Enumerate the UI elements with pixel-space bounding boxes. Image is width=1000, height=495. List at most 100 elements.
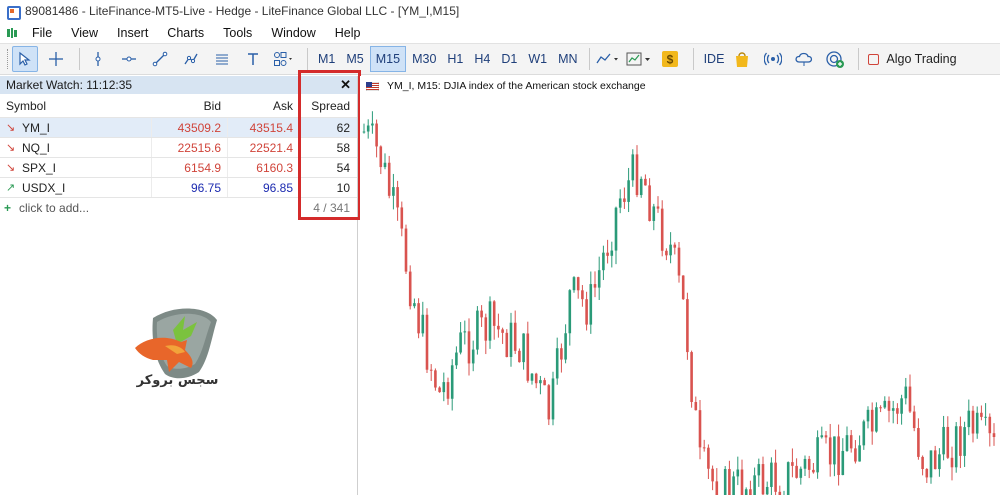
menu-view[interactable]: View — [71, 26, 98, 40]
symbol-cell: YM_I — [22, 120, 51, 135]
menu-tools[interactable]: Tools — [223, 26, 252, 40]
ide-button[interactable]: IDE — [704, 52, 725, 66]
candle — [967, 399, 971, 436]
bid-cell: 6154.9 — [151, 158, 227, 177]
menu-insert[interactable]: Insert — [117, 26, 148, 40]
candle — [837, 424, 840, 486]
arrow-down-icon: ↘ — [6, 122, 16, 134]
candle — [908, 374, 912, 414]
candle — [534, 372, 538, 389]
candle — [929, 450, 933, 484]
ask-cell: 22521.4 — [227, 138, 299, 157]
candle — [639, 176, 643, 198]
candle — [656, 196, 660, 213]
candle — [459, 322, 462, 355]
algo-trading-button[interactable]: Algo Trading — [868, 52, 957, 66]
candle — [551, 371, 555, 426]
candle — [744, 487, 748, 495]
candle — [593, 271, 597, 298]
candlestick-chart[interactable] — [360, 96, 1000, 495]
candle — [753, 467, 756, 495]
candle — [988, 413, 992, 447]
candle — [681, 275, 685, 300]
candle — [917, 418, 920, 460]
candle — [610, 241, 614, 268]
candle — [690, 350, 693, 408]
candle — [417, 298, 420, 339]
menu-window[interactable]: Window — [271, 26, 315, 40]
candle — [887, 396, 891, 423]
algo-trading-label: Algo Trading — [886, 52, 957, 66]
column-header-ask[interactable]: Ask — [227, 99, 299, 113]
trendline-icon[interactable] — [147, 46, 173, 72]
candle — [476, 306, 479, 355]
candle — [854, 440, 857, 464]
timeframe-d1[interactable]: D1 — [496, 46, 522, 72]
candle — [921, 455, 924, 476]
candle — [560, 343, 563, 373]
plus-icon: + — [4, 201, 12, 215]
candle — [568, 289, 572, 346]
timeframe-m30[interactable]: M30 — [407, 46, 441, 72]
candle — [429, 364, 433, 381]
menu-charts[interactable]: Charts — [167, 26, 204, 40]
candle — [413, 298, 416, 309]
candle — [946, 416, 950, 459]
candle — [488, 296, 492, 349]
menu-file[interactable]: File — [32, 26, 52, 40]
timeframe-m15[interactable]: M15 — [369, 46, 407, 72]
signals-icon[interactable] — [760, 46, 786, 72]
candle — [480, 305, 483, 327]
candle — [396, 180, 399, 221]
timeframe-w1[interactable]: W1 — [523, 46, 552, 72]
vps-icon[interactable] — [822, 46, 848, 72]
toolbar-grip[interactable] — [7, 49, 9, 69]
chart-menu-icon[interactable] — [6, 27, 18, 39]
vertical-line-icon[interactable] — [85, 46, 111, 72]
svg-text:$: $ — [666, 53, 673, 67]
candle — [912, 405, 916, 432]
toolbar-separator — [858, 48, 860, 70]
candle — [740, 459, 744, 495]
chart-type-icon[interactable] — [595, 46, 621, 72]
cursor-icon[interactable] — [12, 46, 38, 72]
candle — [728, 460, 731, 495]
chart-window[interactable]: YM_I, M15: DJIA index of the American st… — [360, 76, 1000, 495]
candle — [707, 444, 710, 480]
candle — [833, 436, 836, 477]
shapes-icon[interactable] — [271, 46, 297, 72]
column-header-symbol[interactable]: Symbol — [0, 99, 151, 113]
candle — [858, 435, 861, 462]
indicators-icon[interactable] — [626, 46, 652, 72]
menu-help[interactable]: Help — [335, 26, 361, 40]
ask-cell: 43515.4 — [227, 118, 299, 137]
market-bag-icon[interactable] — [729, 46, 755, 72]
candle — [400, 201, 404, 237]
candle — [765, 481, 769, 495]
candle — [669, 232, 672, 264]
candle — [631, 149, 635, 187]
channels-icon[interactable] — [209, 46, 235, 72]
text-tool-icon[interactable] — [240, 46, 266, 72]
timeframe-mn[interactable]: MN — [553, 46, 582, 72]
timeframe-h1[interactable]: H1 — [442, 46, 468, 72]
crosshair-icon[interactable] — [43, 46, 69, 72]
cloud-icon[interactable] — [791, 46, 817, 72]
dollar-icon[interactable]: $ — [657, 46, 683, 72]
candle — [879, 405, 882, 413]
candle — [505, 329, 509, 358]
symbol-cell: SPX_I — [22, 160, 57, 175]
candle — [421, 301, 425, 337]
candle — [576, 276, 580, 299]
drawing-tools-icon[interactable] — [178, 46, 204, 72]
column-header-bid[interactable]: Bid — [151, 99, 227, 113]
timeframe-m5[interactable]: M5 — [341, 46, 368, 72]
candle — [757, 458, 761, 487]
market-watch-title: Market Watch: 11:12:35 — [6, 78, 133, 92]
timeframe-h4[interactable]: H4 — [469, 46, 495, 72]
candle — [408, 265, 412, 310]
candle — [963, 421, 966, 467]
candle — [812, 462, 815, 474]
horizontal-line-icon[interactable] — [116, 46, 142, 72]
timeframe-m1[interactable]: M1 — [313, 46, 340, 72]
